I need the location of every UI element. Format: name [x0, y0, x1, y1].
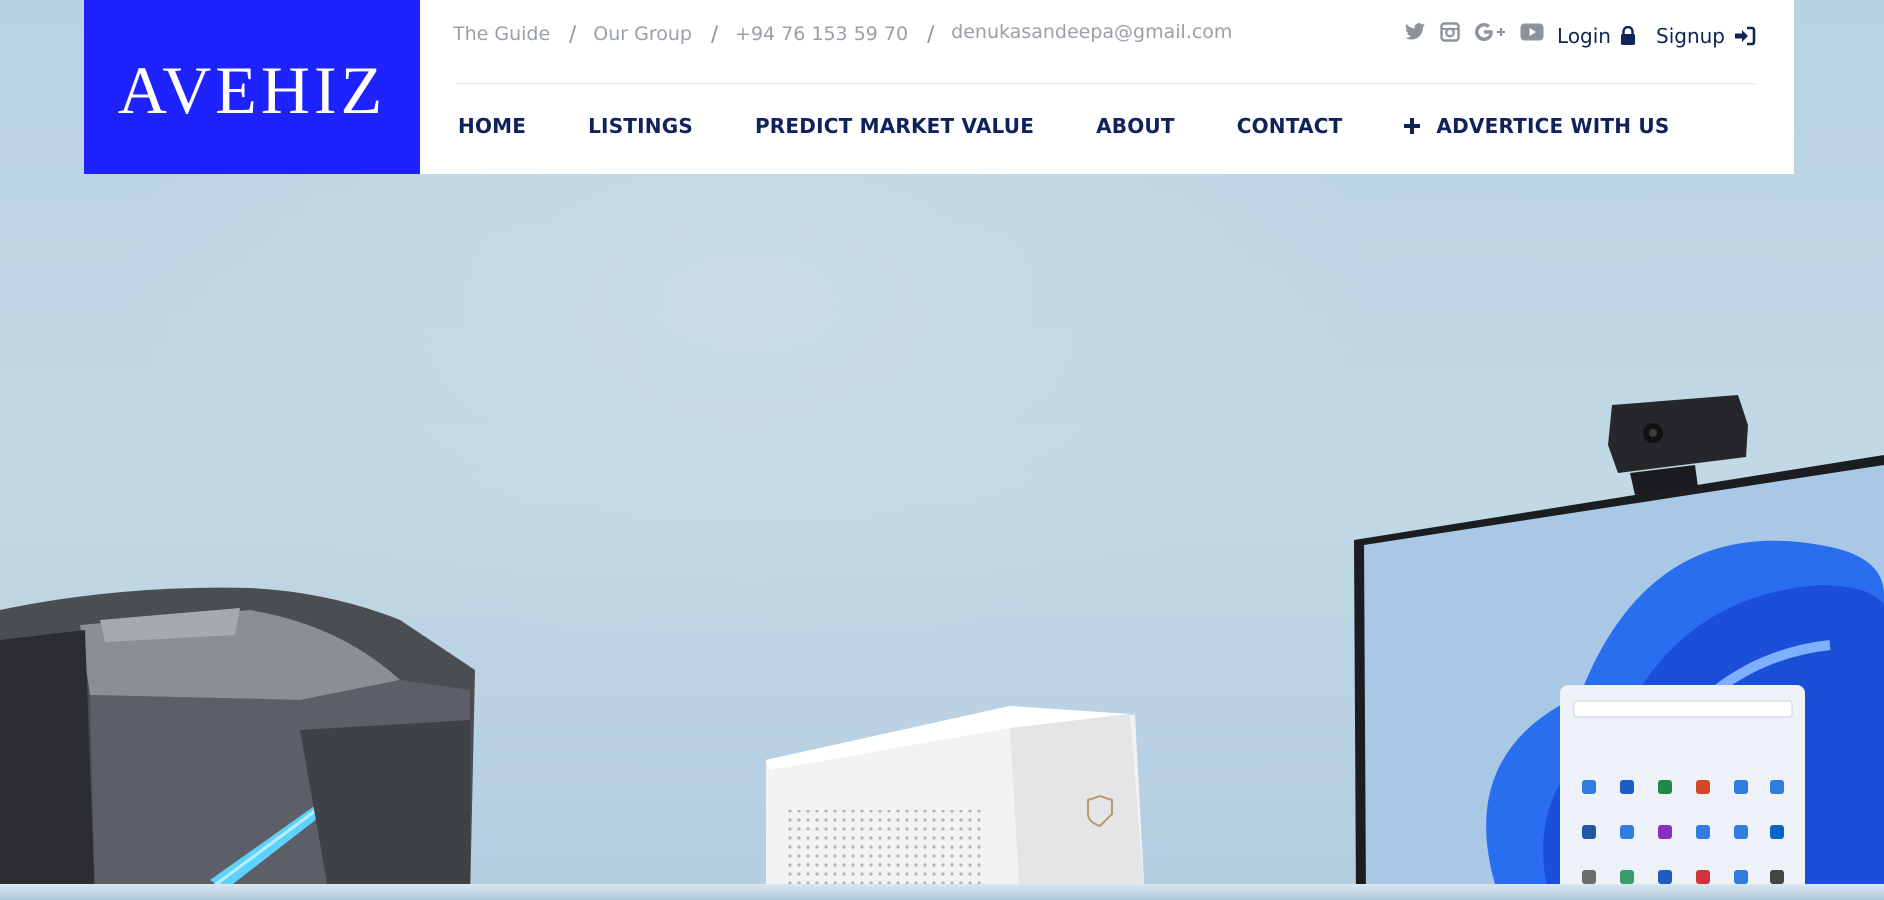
login-link[interactable]: Login — [1557, 24, 1636, 48]
nav-predict-market-value[interactable]: PREDICT MARKET VALUE — [755, 114, 1034, 138]
main-nav: HOME LISTINGS PREDICT MARKET VALUE ABOUT… — [458, 114, 1669, 138]
nav-home[interactable]: HOME — [458, 114, 526, 138]
advertise-label: ADVERTICE WITH US — [1436, 114, 1670, 138]
login-label: Login — [1557, 24, 1611, 48]
social-links — [1404, 22, 1544, 42]
nav-advertise[interactable]: ADVERTICE WITH US — [1404, 114, 1669, 138]
phone-number[interactable]: +94 76 153 59 70 — [735, 23, 908, 45]
sign-in-icon — [1734, 26, 1756, 46]
nav-listings[interactable]: LISTINGS — [588, 114, 693, 138]
top-info-bar: The Guide / Our Group / +94 76 153 59 70… — [453, 21, 1232, 46]
link-our-group[interactable]: Our Group — [593, 23, 692, 45]
nav-about[interactable]: ABOUT — [1096, 114, 1175, 138]
plus-icon — [1404, 118, 1421, 134]
logo[interactable]: AVEHIZ — [84, 0, 420, 174]
separator: / — [710, 22, 719, 46]
link-the-guide[interactable]: The Guide — [453, 23, 550, 45]
logo-text: AVEHIZ — [117, 51, 387, 128]
separator: / — [927, 22, 935, 46]
lock-icon — [1620, 26, 1636, 46]
nav-contact[interactable]: CONTACT — [1237, 114, 1343, 138]
instagram-icon[interactable] — [1440, 22, 1460, 42]
mini-pc-image — [766, 706, 1145, 900]
twitter-icon[interactable] — [1404, 22, 1426, 42]
signup-link[interactable]: Signup — [1656, 24, 1756, 48]
youtube-icon[interactable] — [1520, 22, 1544, 42]
account-links: Login Signup — [1557, 24, 1756, 48]
signup-label: Signup — [1656, 24, 1725, 48]
monitor-image — [1354, 395, 1884, 900]
separator: / — [569, 22, 577, 46]
header-divider — [456, 83, 1756, 84]
google-plus-icon[interactable] — [1474, 22, 1506, 42]
gaming-pc-image — [0, 587, 475, 900]
email-address[interactable]: denukasandeepa@gmail.com — [951, 21, 1232, 43]
site-header: The Guide / Our Group / +94 76 153 59 70… — [420, 0, 1794, 174]
